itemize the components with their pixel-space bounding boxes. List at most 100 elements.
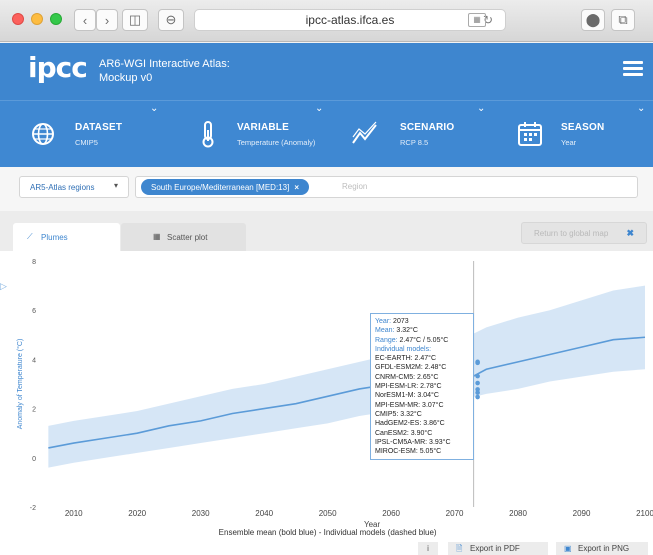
x-tick-label: 2020 bbox=[128, 509, 146, 518]
tab-scatter-label: Scatter plot bbox=[167, 232, 208, 242]
trend-icon bbox=[352, 121, 377, 144]
maximize-window-button[interactable] bbox=[50, 13, 62, 25]
region-chip[interactable]: South Europe/Mediterranean [MED:13] × bbox=[141, 179, 309, 195]
tooltip-mean: Mean: 3.32°C bbox=[375, 327, 418, 335]
chevron-right-icon: › bbox=[104, 12, 110, 28]
remove-chip-icon[interactable]: × bbox=[294, 183, 299, 192]
selector-bar: DATASET CMIP5 ⌄ VARIABLE Temperature (An… bbox=[0, 100, 653, 167]
selector-season[interactable]: SEASON Year ⌄ bbox=[495, 101, 653, 168]
export-pdf-button[interactable]: 🗎 Export in PDF bbox=[448, 542, 548, 555]
app-header: ipcc AR6-WGI Interactive Atlas: Mockup v… bbox=[0, 43, 653, 100]
x-tick-label: 2050 bbox=[319, 509, 337, 518]
tabs-button[interactable]: ⧉ bbox=[611, 9, 635, 31]
region-set-value: AR5-Atlas regions bbox=[30, 182, 95, 192]
tooltip-model: MIROC-ESM: 5.05°C bbox=[375, 448, 442, 456]
x-tick-label: 2100 bbox=[636, 509, 653, 518]
tooltip-model: CNRM-CM5: 2.65°C bbox=[375, 373, 439, 381]
y-axis-title: Anomaly of Temperature (°C) bbox=[16, 339, 24, 430]
tab-scatter[interactable]: ▦ Scatter plot bbox=[121, 223, 246, 251]
selector-dataset[interactable]: DATASET CMIP5 ⌄ bbox=[0, 101, 165, 168]
chevron-down-icon: ⌄ bbox=[150, 103, 159, 114]
chevron-down-icon: ⌄ bbox=[637, 103, 646, 114]
grid-icon: ▦ bbox=[153, 232, 161, 241]
menu-icon[interactable] bbox=[623, 61, 643, 77]
hover-point bbox=[475, 373, 480, 379]
back-button[interactable]: ‹ bbox=[74, 9, 96, 31]
sidebar-button[interactable]: ◫ bbox=[122, 9, 148, 31]
tab-bar: ⟋ Plumes ▦ Scatter plot Return to global… bbox=[0, 211, 653, 251]
pdf-file-icon: 🗎 bbox=[456, 544, 463, 553]
close-window-button[interactable] bbox=[12, 13, 24, 25]
season-value: Year bbox=[561, 138, 577, 147]
export-pdf-label: Export in PDF bbox=[470, 544, 520, 553]
y-tick-label: 2 bbox=[32, 407, 36, 414]
y-tick-label: -2 bbox=[30, 505, 36, 512]
tooltip-model: IPSL-CM5A-MR: 3.93°C bbox=[375, 438, 451, 446]
export-png-label: Export in PNG bbox=[578, 544, 630, 553]
scenario-label: SCENARIO bbox=[400, 122, 455, 133]
y-tick-label: 0 bbox=[32, 456, 36, 463]
chart-tooltip: Year: 2073 Mean: 3.32°C Range: 2.47°C / … bbox=[370, 313, 474, 461]
hover-point bbox=[475, 394, 480, 400]
tooltip-model: GFDL-ESM2M: 2.48°C bbox=[375, 364, 447, 372]
tooltip-model: CMIP5: 3.32°C bbox=[375, 410, 422, 418]
top-sites-icon[interactable]: ▦ bbox=[468, 13, 486, 27]
region-set-dropdown[interactable]: AR5-Atlas regions ▾ bbox=[19, 176, 129, 198]
chart-panel: ▷ -2 0 2 4 6 8 2010 2020 2030 2040 2050 2060 2070 208… bbox=[0, 251, 653, 555]
app-title-line1: AR6-WGI Interactive Atlas: bbox=[99, 58, 230, 70]
thermometer-icon bbox=[202, 121, 214, 148]
x-tick-label: 2090 bbox=[573, 509, 591, 518]
x-tick-label: 2040 bbox=[255, 509, 273, 518]
hover-point bbox=[475, 387, 480, 392]
dataset-value: CMIP5 bbox=[75, 138, 98, 147]
tab-plumes-label: Plumes bbox=[41, 232, 68, 242]
x-tick-label: 2030 bbox=[192, 509, 210, 518]
dataset-label: DATASET bbox=[75, 122, 123, 133]
temperature-plume-chart[interactable]: -2 0 2 4 6 8 2010 2020 2030 2040 2050 2060 2070 2080 2… bbox=[0, 251, 653, 555]
app-title-line2: Mockup v0 bbox=[99, 72, 153, 84]
region-search-field[interactable]: South Europe/Mediterranean [MED:13] × Re… bbox=[135, 176, 638, 198]
tooltip-models-header: Individual models: bbox=[375, 345, 432, 353]
close-icon: ✖ bbox=[626, 228, 634, 238]
tab-plumes[interactable]: ⟋ Plumes bbox=[13, 223, 120, 251]
url-text: ipcc-atlas.ifca.es bbox=[305, 13, 395, 27]
download-icon: ⬤ bbox=[585, 12, 601, 27]
export-png-button[interactable]: ▣ Export in PNG bbox=[556, 542, 648, 555]
ipcc-logo[interactable]: ipcc bbox=[28, 51, 88, 84]
address-bar[interactable]: ipcc-atlas.ifca.es ↻ bbox=[194, 9, 506, 31]
chart-caption: Ensemble mean (bold blue) - Individual m… bbox=[219, 528, 437, 537]
tabs-icon: ⧉ bbox=[618, 12, 628, 27]
x-tick-label: 2070 bbox=[446, 509, 464, 518]
info-button[interactable]: i bbox=[418, 542, 438, 555]
region-input-placeholder[interactable]: Region bbox=[342, 182, 367, 191]
tooltip-year: Year: 2073 bbox=[375, 318, 409, 325]
season-label: SEASON bbox=[561, 122, 605, 133]
region-bar: AR5-Atlas regions ▾ South Europe/Mediter… bbox=[0, 167, 653, 211]
tooltip-model: NorESM1-M: 3.04°C bbox=[375, 392, 439, 400]
privacy-button[interactable]: ⊖ bbox=[158, 9, 184, 31]
app-title: AR6-WGI Interactive Atlas: Mockup v0 bbox=[99, 57, 230, 85]
sidebar-icon: ◫ bbox=[128, 12, 142, 27]
tooltip-range: Range: 2.47°C / 5.05°C bbox=[375, 336, 449, 344]
chevron-down-icon: ⌄ bbox=[477, 103, 486, 114]
y-tick-label: 4 bbox=[32, 357, 36, 364]
x-tick-label: 2080 bbox=[509, 509, 527, 518]
browser-window: ‹ › ◫ ⊖ ipcc-atlas.ifca.es ↻ ▦ ⬤ ⧉ ipcc … bbox=[0, 0, 653, 555]
return-to-map-button[interactable]: Return to global map ✖ bbox=[521, 222, 647, 244]
chevron-down-icon: ⌄ bbox=[315, 103, 324, 114]
line-chart-icon: ⟋ bbox=[27, 232, 33, 241]
image-file-icon: ▣ bbox=[564, 544, 572, 553]
calendar-icon bbox=[518, 122, 542, 146]
tooltip-model: EC-EARTH: 2.47°C bbox=[375, 355, 437, 363]
forward-button[interactable]: › bbox=[96, 9, 118, 31]
globe-icon bbox=[32, 123, 54, 145]
selector-variable[interactable]: VARIABLE Temperature (Anomaly) ⌄ bbox=[165, 101, 330, 168]
download-button[interactable]: ⬤ bbox=[581, 9, 605, 31]
chevron-left-icon: ‹ bbox=[82, 12, 88, 28]
return-to-map-label: Return to global map bbox=[534, 228, 609, 238]
browser-toolbar: ‹ › ◫ ⊖ ipcc-atlas.ifca.es ↻ ▦ ⬤ ⧉ bbox=[0, 0, 653, 42]
minimize-window-button[interactable] bbox=[31, 13, 43, 25]
selector-scenario[interactable]: SCENARIO RCP 8.5 ⌄ bbox=[330, 101, 495, 168]
tooltip-model: MPI-ESM-MR: 3.07°C bbox=[375, 401, 444, 409]
tooltip-model: HadGEM2-ES: 3.86°C bbox=[375, 420, 445, 428]
